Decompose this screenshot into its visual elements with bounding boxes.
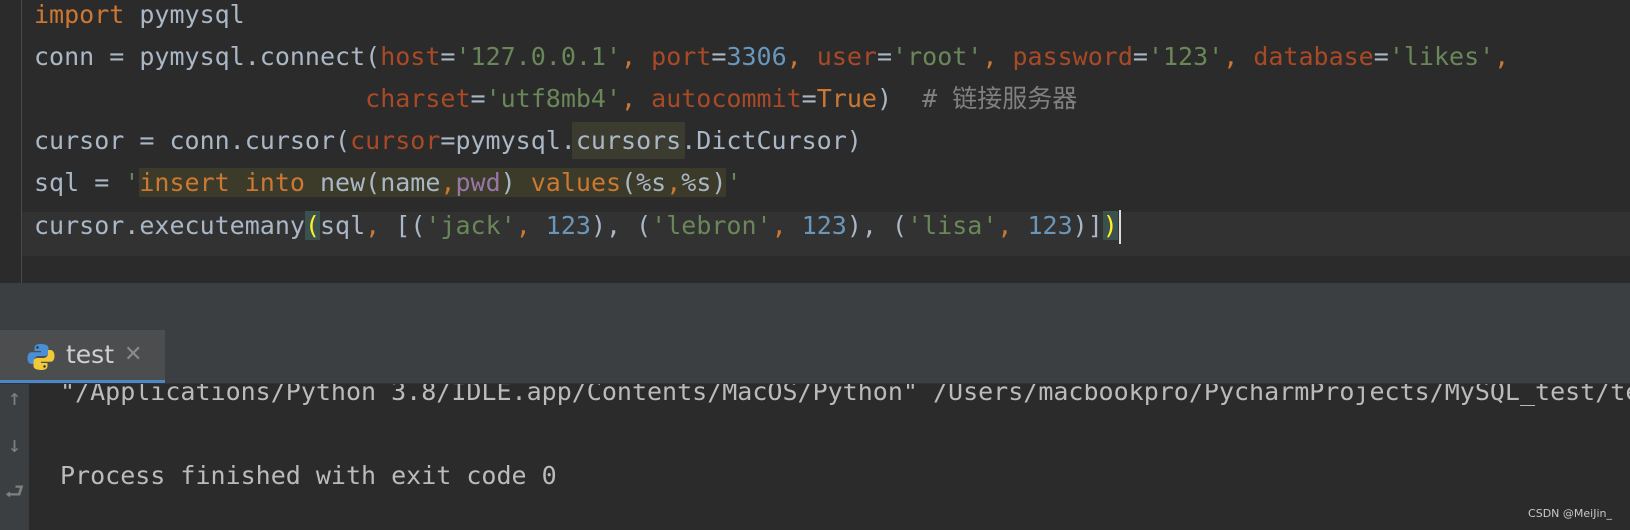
code-token: charset (365, 84, 471, 113)
console-line: Process finished with exit code 0 (60, 461, 557, 490)
code-token: , (1223, 42, 1254, 71)
code-token: , (515, 211, 546, 240)
code-token: 3306 (726, 42, 787, 71)
code-token: [( (395, 211, 426, 240)
code-token: , (786, 42, 817, 71)
code-token: 'lisa' (907, 211, 998, 240)
code-token: =pymysql. (440, 126, 576, 155)
code-line[interactable]: conn = pymysql.connect(host='127.0.0.1',… (34, 35, 1509, 79)
code-token: 'lebron' (651, 211, 772, 240)
code-token: , (997, 211, 1028, 240)
code-token: , (1494, 42, 1510, 71)
code-token: cursors (575, 126, 682, 155)
code-token: sql (320, 211, 366, 240)
code-token: %s) (681, 168, 727, 197)
code-token: cursor.executemany (34, 211, 305, 240)
code-token: pwd (455, 168, 501, 197)
code-line[interactable]: sql = 'insert into new(name,pwd) values(… (34, 161, 742, 205)
code-token: = (440, 42, 456, 71)
code-token: , (621, 42, 652, 71)
code-token: = (876, 42, 893, 71)
code-token: , (365, 211, 396, 240)
code-token: = (1132, 42, 1148, 71)
scroll-up-icon[interactable]: ↑ (0, 384, 29, 414)
code-token: # 链接服务器 (922, 84, 1078, 113)
code-token: password (1012, 42, 1133, 71)
scroll-down-icon[interactable]: ↓ (0, 431, 29, 461)
code-token: ) (500, 168, 531, 197)
code-token: , (621, 84, 652, 113)
code-token: ( (304, 211, 320, 240)
code-token: = (1373, 42, 1389, 71)
run-toolbar: ↑ ↓ ⮐ (0, 384, 29, 530)
code-token: ), ( (846, 211, 908, 240)
code-token: 'root' (892, 42, 983, 71)
code-token: cursor (350, 126, 441, 155)
code-token: , (440, 168, 456, 197)
code-token: user (816, 42, 877, 71)
code-token: port (651, 42, 712, 71)
run-console[interactable]: "/Applications/Python 3.8/IDLE.app/Conte… (30, 384, 1630, 530)
code-token: new(name (304, 168, 441, 197)
code-token: database (1253, 42, 1374, 71)
code-token: = (801, 84, 817, 113)
code-token: ) (876, 84, 923, 113)
code-token: = (470, 84, 486, 113)
code-token: ) (1102, 211, 1118, 240)
code-token: ), ( (590, 211, 652, 240)
watermark: CSDN @MeiJin_ (1528, 507, 1612, 520)
code-token: '127.0.0.1' (455, 42, 622, 71)
console-line: "/Applications/Python 3.8/IDLE.app/Conte… (60, 384, 1630, 406)
run-tab-label: test (66, 340, 115, 369)
code-token: )] (1072, 211, 1103, 240)
code-token: , (982, 42, 1013, 71)
code-token: (%s (621, 168, 667, 197)
code-line[interactable]: cursor.executemany(sql, [('jack', 123), … (34, 204, 1121, 248)
code-editor[interactable]: import pymysql conn = pymysql.connect(hos… (0, 0, 1630, 283)
code-token: conn = pymysql.connect( (34, 42, 381, 71)
code-token: 123 (1027, 211, 1073, 240)
code-token: pymysql (124, 0, 245, 29)
code-token: sql = (34, 168, 125, 197)
code-token: ' (124, 168, 140, 197)
code-token: autocommit (651, 84, 802, 113)
code-line[interactable]: charset='utf8mb4', autocommit=True) # 链接… (34, 77, 1077, 121)
code-token: 123 (801, 211, 847, 240)
panel-splitter[interactable] (0, 283, 1630, 330)
python-icon (27, 344, 55, 370)
code-token: 123 (545, 211, 591, 240)
close-icon[interactable]: ✕ (124, 330, 142, 380)
code-line[interactable]: import pymysql (34, 0, 245, 37)
run-tab-test[interactable]: test ✕ (0, 330, 165, 383)
code-token: 'likes' (1388, 42, 1495, 71)
code-token: = (711, 42, 727, 71)
code-token: 'utf8mb4' (485, 84, 622, 113)
code-token: , (771, 211, 802, 240)
code-token: True (816, 84, 877, 113)
code-token: values (530, 168, 622, 197)
code-token: import (34, 0, 125, 29)
code-token: cursor = conn.cursor( (34, 126, 351, 155)
code-token: , (666, 168, 682, 197)
code-token: 'jack' (425, 211, 516, 240)
code-token: '123' (1147, 42, 1224, 71)
code-token: .DictCursor) (681, 126, 862, 155)
code-line[interactable]: cursor = conn.cursor(cursor=pymysql.curs… (34, 119, 862, 163)
code-token: host (380, 42, 441, 71)
code-token: ' (726, 168, 742, 197)
soft-wrap-icon[interactable]: ⮐ (0, 478, 29, 508)
code-token: insert into (139, 168, 305, 197)
text-caret (1118, 210, 1121, 244)
run-tool-window-header: test ✕ (0, 330, 1630, 384)
